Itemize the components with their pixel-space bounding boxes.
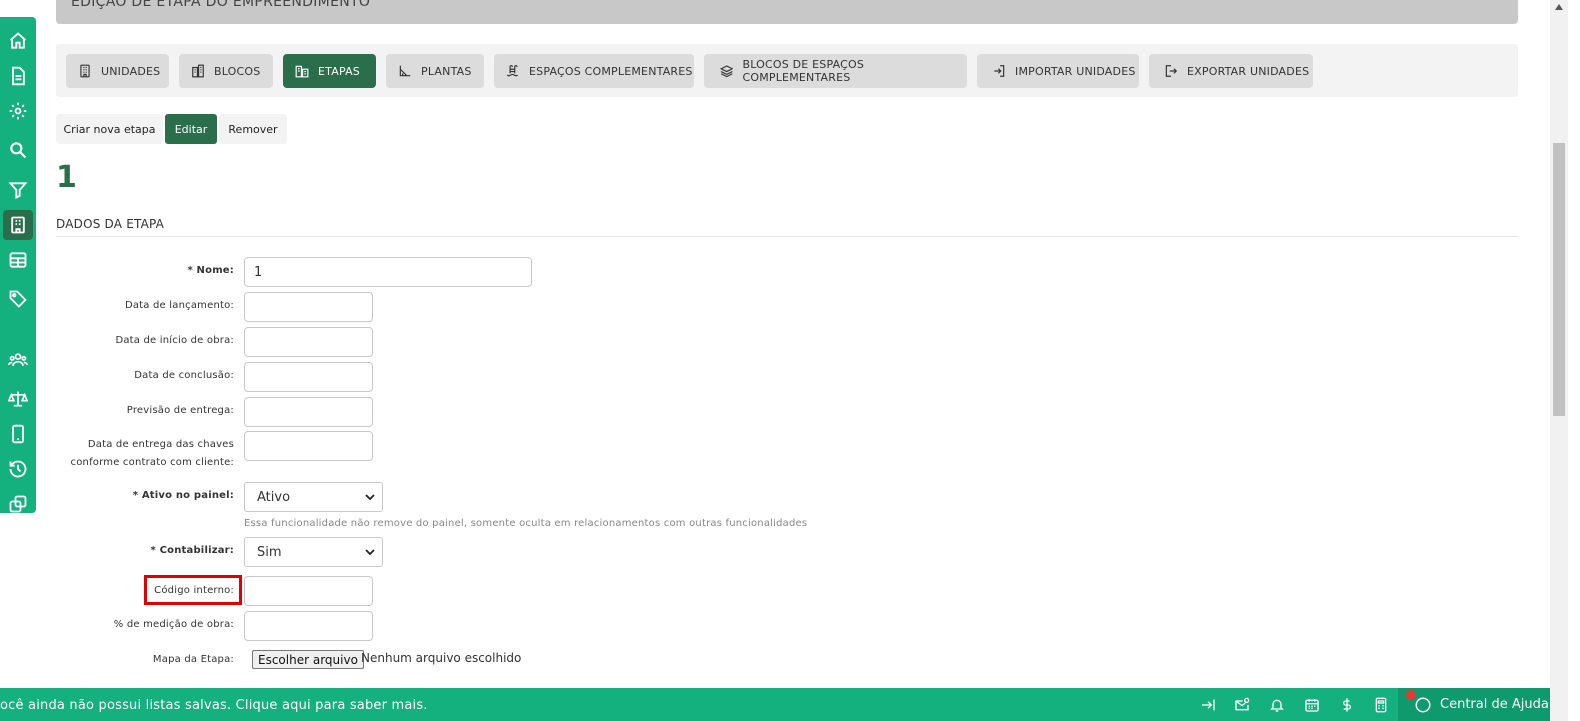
tab-exportar-unidades[interactable]: EXPORTAR UNIDADES (1149, 54, 1313, 88)
pool-icon (506, 65, 519, 77)
building-icon[interactable] (3, 210, 33, 240)
scroll-up-icon[interactable] (1554, 3, 1564, 11)
entrega-chaves-label-line1: Data de entrega das chaves (87, 439, 234, 450)
tab-espacos-complementares[interactable]: ESPAÇOS COMPLEMENTARES (494, 54, 694, 88)
tab-blocos-espacos-complementares[interactable]: BLOCOS DE ESPAÇOS COMPLEMENTARES (704, 54, 967, 88)
stages-icon (295, 65, 309, 78)
dollar-icon[interactable] (1339, 697, 1355, 713)
scrollbar[interactable] (1550, 0, 1568, 721)
previsao-label: Previsão de entrega: (126, 405, 234, 416)
section-title: DADOS DA ETAPA (56, 217, 165, 231)
help-center-button[interactable]: Central de Ajuda (1398, 688, 1550, 721)
choose-file-button[interactable]: Escolher arquivo (252, 650, 364, 669)
tab-etapas[interactable]: ETAPAS (283, 54, 376, 88)
filter-icon[interactable] (3, 175, 33, 205)
contabilizar-label: * Contabilizar: (150, 545, 234, 556)
mapa-etapa-label: Mapa da Etapa: (152, 654, 234, 665)
nome-input[interactable]: 1 (244, 257, 532, 287)
users-icon[interactable] (3, 345, 33, 375)
stage-number: 1 (56, 160, 77, 195)
notification-dot (1406, 690, 1416, 700)
tag-icon[interactable] (3, 284, 33, 314)
tab-unidades[interactable]: UNIDADES (66, 54, 169, 88)
blocks-icon (192, 64, 204, 78)
scale-icon[interactable] (3, 384, 33, 414)
import-icon (994, 65, 1005, 77)
bell-icon[interactable] (1269, 697, 1285, 713)
gear-icon[interactable] (3, 96, 33, 126)
collapse-icon[interactable] (1200, 697, 1216, 713)
document-icon[interactable] (3, 61, 33, 91)
layers-icon (720, 65, 734, 78)
calculator-icon[interactable] (1373, 697, 1389, 713)
lancamento-date-input[interactable] (244, 292, 373, 322)
nome-label: * Nome: (187, 265, 234, 276)
medicao-obra-label: % de medição de obra: (113, 619, 234, 630)
section-divider (56, 236, 1518, 237)
tab-plantas[interactable]: PLANTAS (386, 54, 484, 88)
entrega-chaves-date-input[interactable] (244, 431, 373, 461)
tab-blocos[interactable]: BLOCOS (179, 54, 273, 88)
table-icon[interactable] (3, 245, 33, 275)
building-icon (80, 64, 90, 78)
saved-lists-message[interactable]: ocê ainda não possui listas salvas. Cliq… (0, 698, 428, 713)
ativo-painel-select[interactable]: Ativo (244, 482, 383, 512)
inicio-obra-label: Data de início de obra: (115, 335, 234, 346)
create-stage-button[interactable]: Criar nova etapa (56, 114, 163, 144)
remove-button[interactable]: Remover (219, 114, 287, 144)
chevron-down-icon (365, 494, 375, 501)
notifications-gear-icon[interactable] (1234, 697, 1250, 713)
entrega-chaves-label-line2: conforme contrato com cliente: (70, 457, 234, 468)
ativo-painel-hint: Essa funcionalidade não remove do painel… (244, 518, 808, 529)
sidebar (0, 17, 36, 513)
contabilizar-select[interactable]: Sim (244, 537, 383, 567)
tab-bar: UNIDADES BLOCOS ETAPAS PLANTAS ESPAÇOS C… (56, 44, 1518, 97)
edit-button[interactable]: Editar (165, 114, 217, 144)
search-icon[interactable] (3, 135, 33, 165)
previsao-date-input[interactable] (244, 397, 373, 427)
footer-bar: ocê ainda não possui listas salvas. Cliq… (0, 688, 1550, 721)
copy-icon[interactable] (3, 489, 33, 519)
chevron-down-icon (365, 549, 375, 556)
plan-icon (399, 65, 411, 77)
conclusao-label: Data de conclusão: (134, 370, 234, 381)
inicio-obra-date-input[interactable] (244, 327, 373, 357)
page-title: EDIÇÃO DE ETAPA DO EMPREENDIMENTO (71, 0, 371, 10)
highlight-box (144, 575, 242, 605)
mobile-icon[interactable] (3, 419, 33, 449)
chat-help-icon (1415, 697, 1431, 713)
home-icon[interactable] (3, 26, 33, 56)
codigo-interno-input[interactable] (244, 576, 373, 606)
file-status: Nenhum arquivo escolhido (361, 651, 522, 665)
tab-importar-unidades[interactable]: IMPORTAR UNIDADES (977, 54, 1139, 88)
medicao-obra-input[interactable] (244, 611, 373, 641)
history-icon[interactable] (3, 454, 33, 484)
scroll-thumb[interactable] (1553, 143, 1565, 416)
export-icon (1165, 65, 1178, 77)
page-header: EDIÇÃO DE ETAPA DO EMPREENDIMENTO (56, 0, 1518, 24)
ativo-painel-label: * Ativo no painel: (132, 490, 234, 501)
lancamento-label: Data de lançamento: (124, 300, 234, 311)
conclusao-date-input[interactable] (244, 362, 373, 392)
calendar-icon[interactable] (1304, 697, 1320, 713)
